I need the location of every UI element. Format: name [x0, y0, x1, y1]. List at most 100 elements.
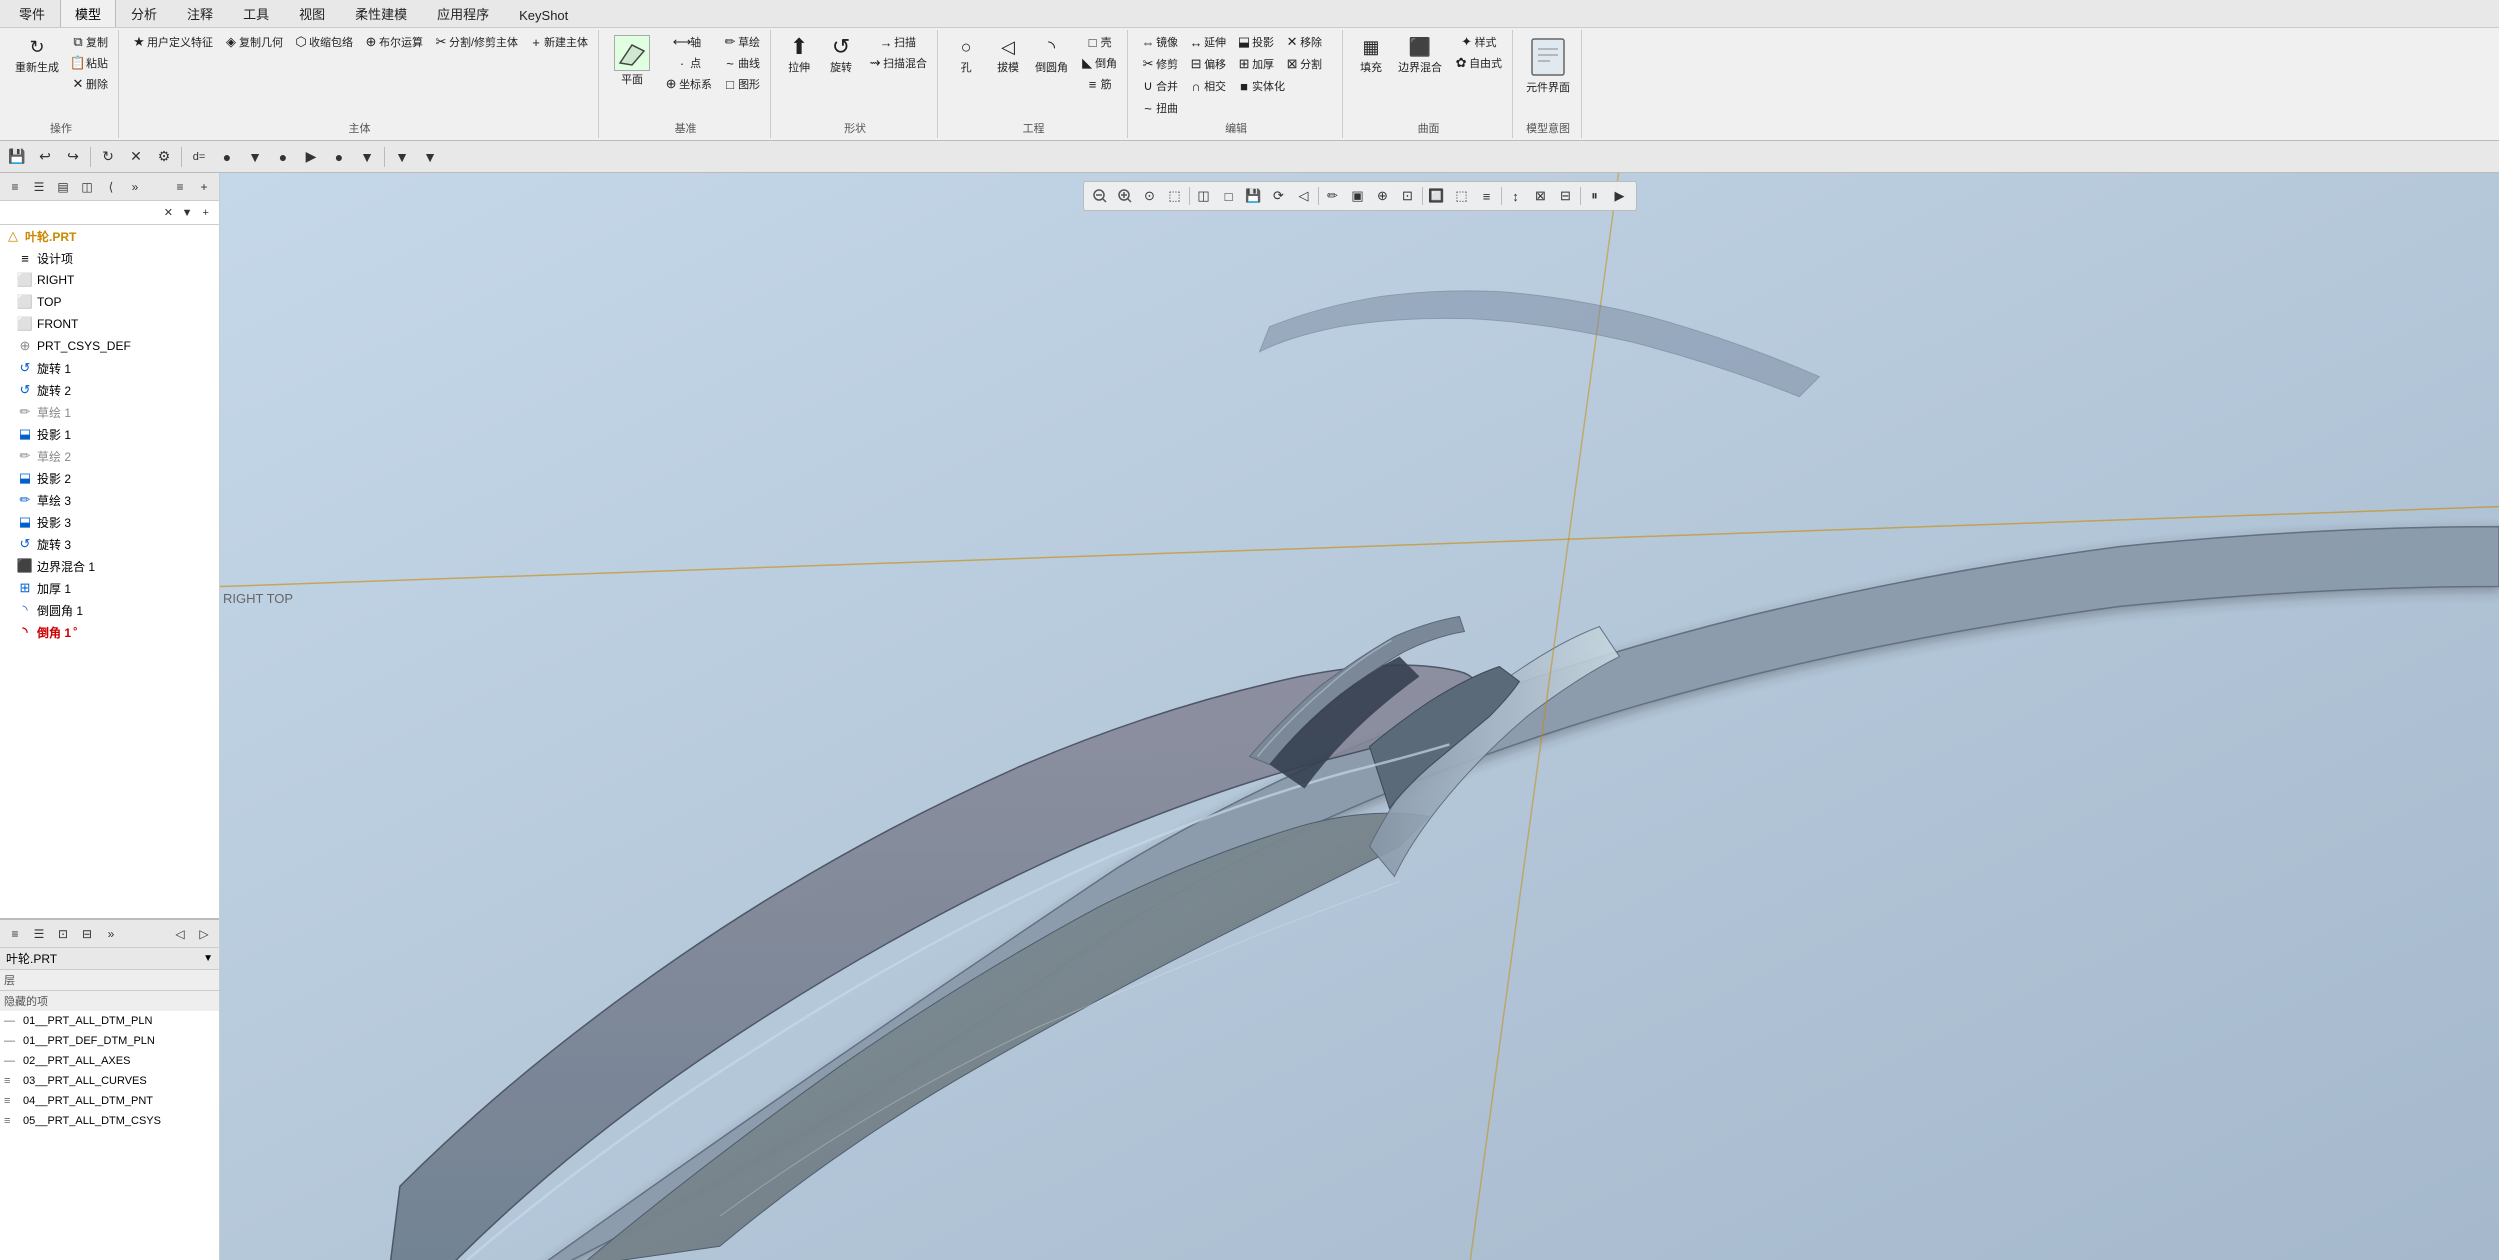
tree-item-front[interactable]: ⬜ FRONT: [0, 313, 219, 335]
tab-part[interactable]: 零件: [4, 0, 60, 27]
boundary-blend-btn[interactable]: ⬛边界混合: [1393, 32, 1447, 78]
solidify-btn[interactable]: ■实体化: [1232, 76, 1289, 96]
thicken-btn[interactable]: ⊞加厚: [1232, 54, 1278, 74]
layer-item-5[interactable]: ≡ 05__PRT_ALL_DTM_CSYS: [0, 1111, 219, 1131]
undo-btn[interactable]: ↩: [32, 144, 58, 170]
vp-box-zoom-btn[interactable]: ⬚: [1163, 184, 1187, 208]
tree-item-sketch1[interactable]: ✏ 草绘 1: [0, 401, 219, 423]
user-feature-btn[interactable]: ★用户定义特征: [127, 32, 217, 52]
tree-add-btn[interactable]: +: [193, 176, 215, 198]
layer-list2-btn[interactable]: ☰: [28, 923, 50, 945]
search-input[interactable]: [4, 206, 159, 220]
tree-item-right[interactable]: ⬜ RIGHT: [0, 269, 219, 291]
layer-list-btn[interactable]: ≡: [4, 923, 26, 945]
layer-item-3[interactable]: ≡ 03__PRT_ALL_CURVES: [0, 1071, 219, 1091]
viewport[interactable]: ⊙ ⬚ ◫ □ 💾 ⟳ ◁ ✏ ▣ ⊕ ⊡ 🔲 ⬚ ≡ ↕ ⊠ ⊟ ⏸ ▶ RI: [220, 173, 2499, 1260]
search-clear-btn[interactable]: ✕: [159, 202, 178, 224]
dot1-btn[interactable]: ●: [214, 144, 240, 170]
tree-item-sketch2[interactable]: ✏ 草绘 2: [0, 445, 219, 467]
arrow2-btn[interactable]: ▼: [354, 144, 380, 170]
csys-btn[interactable]: ⊕坐标系: [659, 74, 716, 94]
play-btn[interactable]: ▶: [298, 144, 324, 170]
layer-next-btn[interactable]: ▷: [193, 923, 215, 945]
intersect-btn[interactable]: ∩相交: [1184, 76, 1230, 96]
tree-item-revolve3[interactable]: ↺ 旋转 3: [0, 533, 219, 555]
freeform-btn[interactable]: ✿自由式: [1449, 53, 1506, 73]
layer-prev-btn[interactable]: ◁: [169, 923, 191, 945]
layer-item-1[interactable]: — 01__PRT_DEF_DTM_PLN: [0, 1031, 219, 1051]
vp-play-btn[interactable]: ▶: [1608, 184, 1632, 208]
vp-view-frame-btn[interactable]: □: [1217, 184, 1241, 208]
vp-edge-btn[interactable]: ⬚: [1450, 184, 1474, 208]
tree-list-btn[interactable]: ≡: [4, 176, 26, 198]
regen-btn[interactable]: ↻: [95, 144, 121, 170]
tree-grid-btn[interactable]: ▤: [52, 176, 74, 198]
chamfer-btn[interactable]: ◣倒角: [1075, 53, 1121, 73]
vp-prev-btn[interactable]: ◁: [1292, 184, 1316, 208]
revolve-btn[interactable]: ↺ 旋转: [821, 32, 861, 78]
tree-item-top[interactable]: ⬜ TOP: [0, 291, 219, 313]
tree-list2-btn[interactable]: ☰: [28, 176, 50, 198]
point-btn[interactable]: ·点: [659, 53, 716, 73]
remove-btn[interactable]: ✕移除: [1280, 32, 1326, 52]
fill-btn[interactable]: ▦填充: [1351, 32, 1391, 78]
copy-btn[interactable]: ⧉ 复制: [66, 32, 112, 52]
axis-btn[interactable]: ⟷轴: [659, 32, 716, 52]
arrow1-btn[interactable]: ▼: [242, 144, 268, 170]
draft-btn[interactable]: ◁拔模: [988, 32, 1028, 78]
sweep-btn[interactable]: →扫描: [863, 32, 931, 52]
tree-item-project3[interactable]: ⬓ 投影 3: [0, 511, 219, 533]
plane-btn[interactable]: 平面: [607, 32, 657, 90]
extrude-btn[interactable]: ⬆ 拉伸: [779, 32, 819, 78]
tree-arrow-btn[interactable]: ⟨: [100, 176, 122, 198]
tree-item-chamfer1[interactable]: ◝ 倒角 1 °: [0, 621, 219, 643]
new-body-btn[interactable]: +新建主体: [524, 32, 592, 52]
vp-zoom-out-btn[interactable]: [1088, 184, 1112, 208]
rib-btn[interactable]: ≡筋: [1075, 74, 1121, 94]
layer-more-btn[interactable]: »: [100, 923, 122, 945]
layer-btn2[interactable]: ⊟: [76, 923, 98, 945]
vp-snap-btn[interactable]: ▣: [1346, 184, 1370, 208]
dot2-btn[interactable]: ●: [270, 144, 296, 170]
vp-shade-btn[interactable]: 🔲: [1425, 184, 1449, 208]
layer-item-0[interactable]: — 01__PRT_ALL_DTM_PLN: [0, 1011, 219, 1031]
save-toolbar-btn[interactable]: 💾: [4, 144, 30, 170]
boolean-btn[interactable]: ⊕布尔运算: [359, 32, 427, 52]
split-trim-btn[interactable]: ✂分割/修剪主体: [429, 32, 522, 52]
tree-item-sketch3[interactable]: ✏ 草绘 3: [0, 489, 219, 511]
tree-item-revolve1[interactable]: ↺ 旋转 1: [0, 357, 219, 379]
layer-btn1[interactable]: ⊡: [52, 923, 74, 945]
curve-btn[interactable]: ~曲线: [718, 53, 764, 73]
tree-item-design[interactable]: ≡ 设计项: [0, 247, 219, 269]
vp-wire-btn[interactable]: ≡: [1475, 184, 1499, 208]
hole-btn[interactable]: ○孔: [946, 32, 986, 78]
tab-annotation[interactable]: 注释: [172, 0, 228, 27]
vp-appear-btn[interactable]: ⊟: [1554, 184, 1578, 208]
vp-reorient-btn[interactable]: ↕: [1504, 184, 1528, 208]
mirror-btn[interactable]: ⇔镜像: [1136, 32, 1182, 52]
round-btn[interactable]: ◝倒圆角: [1030, 32, 1073, 78]
layer-panel-title[interactable]: 叶轮.PRT ▼: [0, 948, 219, 970]
warp-btn[interactable]: ~扭曲: [1136, 98, 1182, 118]
vp-view-mgr-btn[interactable]: ⊠: [1529, 184, 1553, 208]
tree-item-root[interactable]: △ 叶轮.PRT: [0, 225, 219, 247]
tab-keyshot[interactable]: KeyShot: [504, 3, 583, 27]
component-interface-btn[interactable]: 元件界面: [1521, 32, 1575, 98]
tab-tools[interactable]: 工具: [228, 0, 284, 27]
tree-item-csys[interactable]: ⊕ PRT_CSYS_DEF: [0, 335, 219, 357]
redo-btn[interactable]: ↪: [60, 144, 86, 170]
sketch-datum-btn[interactable]: ✏草绘: [718, 32, 764, 52]
vp-zoom-in-btn[interactable]: [1113, 184, 1137, 208]
vp-save-view-btn[interactable]: 💾: [1242, 184, 1266, 208]
tab-analysis[interactable]: 分析: [116, 0, 172, 27]
offset-btn[interactable]: ⊟偏移: [1184, 54, 1230, 74]
vp-fit-btn[interactable]: ⊙: [1138, 184, 1162, 208]
trim-btn[interactable]: ✂修剪: [1136, 54, 1182, 74]
tree-more-btn[interactable]: »: [124, 176, 146, 198]
vp-orient-btn[interactable]: ◫: [1192, 184, 1216, 208]
tab-flex[interactable]: 柔性建模: [340, 0, 422, 27]
copy-geom-btn[interactable]: ◈复制几何: [219, 32, 287, 52]
delete-btn[interactable]: ✕ 删除: [66, 74, 112, 94]
filter-btn[interactable]: ▼: [417, 144, 443, 170]
dim-btn[interactable]: d=: [186, 144, 212, 170]
